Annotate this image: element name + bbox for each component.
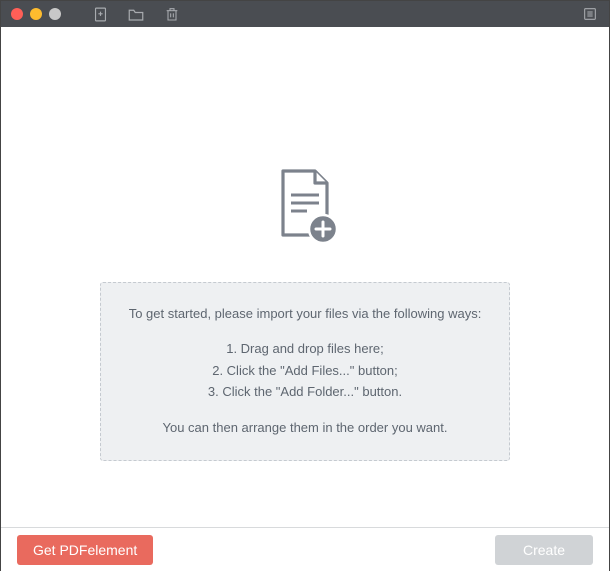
instruction-step-3: 3. Click the "Add Folder..." button. [119, 381, 491, 402]
toolbar [91, 5, 181, 23]
trash-icon[interactable] [163, 5, 181, 23]
instruction-outro: You can then arrange them in the order y… [119, 417, 491, 438]
instruction-steps: 1. Drag and drop files here; 2. Click th… [119, 338, 491, 402]
close-window-button[interactable] [11, 8, 23, 20]
window-controls [11, 8, 61, 20]
instruction-step-1: 1. Drag and drop files here; [119, 338, 491, 359]
minimize-window-button[interactable] [30, 8, 42, 20]
list-icon[interactable] [581, 5, 599, 23]
instruction-intro: To get started, please import your files… [119, 303, 491, 324]
folder-icon[interactable] [127, 5, 145, 23]
add-file-icon[interactable] [91, 5, 109, 23]
get-pdfelement-button[interactable]: Get PDFelement [17, 535, 153, 565]
main-content: To get started, please import your files… [1, 27, 609, 527]
zoom-window-button[interactable] [49, 8, 61, 20]
create-button: Create [495, 535, 593, 565]
instruction-panel: To get started, please import your files… [100, 282, 510, 461]
window-titlebar [1, 1, 609, 27]
footer-bar: Get PDFelement Create [1, 527, 609, 571]
document-add-icon [269, 167, 341, 254]
instruction-step-2: 2. Click the "Add Files..." button; [119, 360, 491, 381]
